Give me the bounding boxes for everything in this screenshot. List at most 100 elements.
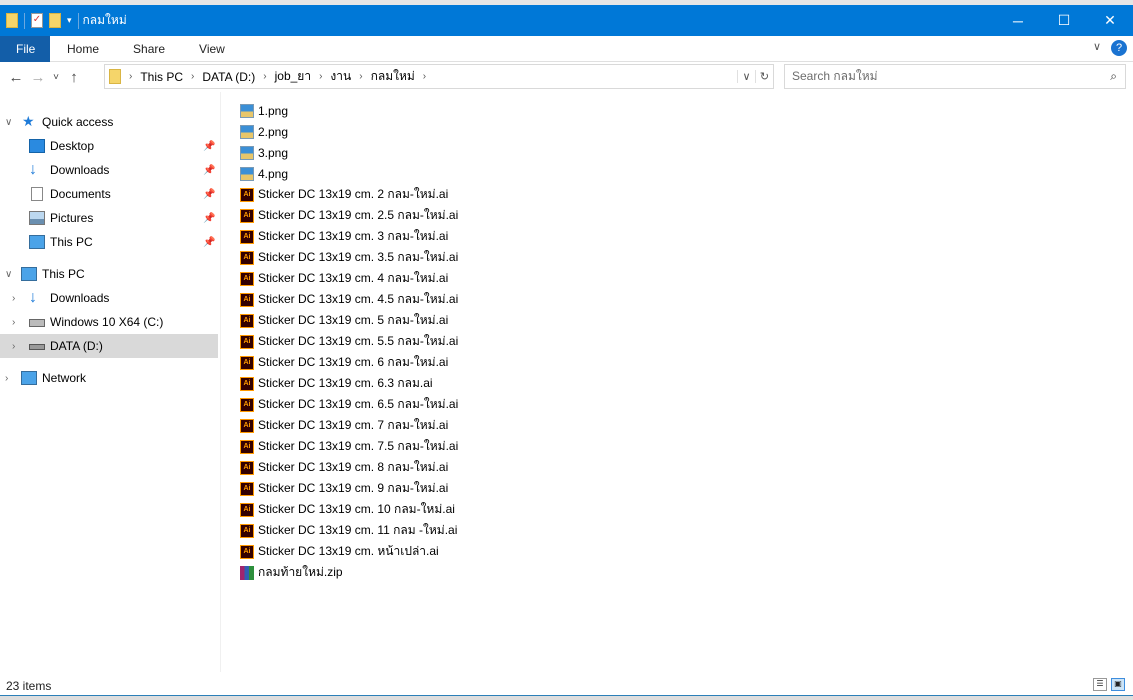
file-name: Sticker DC 13x19 cm. 5.5 กลม-ใหม่.ai xyxy=(258,334,459,348)
nav-drive-d[interactable]: › DATA (D:) xyxy=(0,334,218,358)
chevron-right-icon[interactable]: › xyxy=(419,71,430,82)
breadcrumb-work[interactable]: งาน xyxy=(326,67,355,86)
details-view-icon[interactable]: ☰ xyxy=(1093,678,1107,691)
file-item[interactable]: Ai Sticker DC 13x19 cm. 3 กลม-ใหม่.ai xyxy=(240,226,458,247)
file-item[interactable]: Ai Sticker DC 13x19 cm. 10 กลม-ใหม่.ai xyxy=(240,499,458,520)
breadcrumb-job[interactable]: job_ยา xyxy=(271,67,315,86)
file-name: Sticker DC 13x19 cm. 4.5 กลม-ใหม่.ai xyxy=(258,292,459,306)
help-icon[interactable]: ? xyxy=(1111,40,1127,56)
file-name: Sticker DC 13x19 cm. 6.5 กลม-ใหม่.ai xyxy=(258,397,459,411)
pin-icon[interactable]: 📌 xyxy=(203,237,215,248)
file-item[interactable]: Ai Sticker DC 13x19 cm. 4 กลม-ใหม่.ai xyxy=(240,268,458,289)
file-item[interactable]: 4.png xyxy=(240,163,458,184)
file-item[interactable]: 3.png xyxy=(240,142,458,163)
illustrator-file-icon: Ai xyxy=(240,208,254,223)
recent-locations-button[interactable]: ˅ xyxy=(49,72,63,83)
file-item[interactable]: Ai Sticker DC 13x19 cm. 8 กลม-ใหม่.ai xyxy=(240,457,458,478)
nav-item-documents[interactable]: Documents 📌 xyxy=(0,182,218,206)
pin-icon[interactable]: 📌 xyxy=(203,213,215,224)
image-file-icon xyxy=(240,124,254,139)
illustrator-file-icon: Ai xyxy=(240,481,254,496)
file-item[interactable]: Ai Sticker DC 13x19 cm. 7 กลม-ใหม่.ai xyxy=(240,415,458,436)
chevron-right-icon[interactable]: › xyxy=(187,71,198,82)
chevron-down-icon[interactable]: ∨ xyxy=(5,269,12,280)
up-button[interactable]: ↑ xyxy=(63,69,85,86)
file-name: 3.png xyxy=(258,145,289,160)
file-item[interactable]: Ai Sticker DC 13x19 cm. 5.5 กลม-ใหม่.ai xyxy=(240,331,458,352)
customize-toolbar-icon[interactable]: ▾ xyxy=(67,15,72,26)
file-item[interactable]: Ai Sticker DC 13x19 cm. 5 กลม-ใหม่.ai xyxy=(240,310,458,331)
file-item[interactable]: Ai Sticker DC 13x19 cm. 2 กลม-ใหม่.ai xyxy=(240,184,458,205)
illustrator-file-icon: Ai xyxy=(240,334,254,349)
navigation-pane: ∨ ★ Quick access Desktop 📌 ↓ Downloads 📌… xyxy=(0,100,218,680)
nav-quick-access[interactable]: ∨ ★ Quick access xyxy=(0,110,218,134)
nav-label: DATA (D:) xyxy=(50,339,103,353)
pin-icon[interactable]: 📌 xyxy=(203,165,215,176)
breadcrumb-data-d[interactable]: DATA (D:) xyxy=(198,70,259,84)
chevron-right-icon[interactable]: › xyxy=(12,341,15,352)
chevron-right-icon[interactable]: › xyxy=(5,373,8,384)
properties-icon[interactable]: ✓ xyxy=(31,13,43,28)
file-name: Sticker DC 13x19 cm. 5 กลม-ใหม่.ai xyxy=(258,313,449,327)
nav-network[interactable]: › Network xyxy=(0,366,218,390)
zip-archive-file-icon xyxy=(240,565,254,580)
folder-icon xyxy=(6,13,18,28)
illustrator-file-icon: Ai xyxy=(240,523,254,538)
chevron-down-icon[interactable]: ∨ xyxy=(5,117,12,128)
address-row: ← → ˅ ↑ › This PC › DATA (D:) › job_ยา ›… xyxy=(0,64,1133,90)
tab-file[interactable]: File xyxy=(0,35,50,62)
file-item[interactable]: Ai Sticker DC 13x19 cm. 9 กลม-ใหม่.ai xyxy=(240,478,458,499)
search-icon[interactable]: ⌕ xyxy=(1110,69,1117,84)
back-button[interactable]: ← xyxy=(5,69,27,86)
nav-drive-c[interactable]: › Windows 10 X64 (C:) xyxy=(0,310,218,334)
file-item[interactable]: 2.png xyxy=(240,121,458,142)
pin-icon[interactable]: 📌 xyxy=(203,141,215,152)
tab-view[interactable]: View xyxy=(182,36,242,62)
nav-this-pc[interactable]: ∨ This PC xyxy=(0,262,218,286)
nav-item-this-pc-pinned[interactable]: This PC 📌 xyxy=(0,230,218,254)
nav-item-pictures[interactable]: Pictures 📌 xyxy=(0,206,218,230)
nav-item-downloads[interactable]: ↓ Downloads 📌 xyxy=(0,158,218,182)
file-item[interactable]: Ai Sticker DC 13x19 cm. 6 กลม-ใหม่.ai xyxy=(240,352,458,373)
tab-share[interactable]: Share xyxy=(116,36,182,62)
file-name: Sticker DC 13x19 cm. 11 กลม -ใหม่.ai xyxy=(258,523,458,537)
forward-button[interactable]: → xyxy=(27,69,49,86)
image-file-icon xyxy=(240,103,254,118)
file-item[interactable]: Ai Sticker DC 13x19 cm. 6.5 กลม-ใหม่.ai xyxy=(240,394,458,415)
file-item[interactable]: 1.png xyxy=(240,100,458,121)
nav-label: Downloads xyxy=(50,163,110,177)
expand-ribbon-icon[interactable]: ∨ xyxy=(1093,40,1101,56)
file-item[interactable]: Ai Sticker DC 13x19 cm. 4.5 กลม-ใหม่.ai xyxy=(240,289,458,310)
close-button[interactable]: ✕ xyxy=(1087,5,1133,36)
chevron-right-icon[interactable]: › xyxy=(12,293,15,304)
maximize-button[interactable]: ☐ xyxy=(1041,5,1087,36)
chevron-right-icon[interactable]: › xyxy=(315,71,326,82)
breadcrumb-this-pc[interactable]: This PC xyxy=(136,70,187,84)
file-item[interactable]: Ai Sticker DC 13x19 cm. 3.5 กลม-ใหม่.ai xyxy=(240,247,458,268)
pane-divider[interactable] xyxy=(220,92,221,672)
breadcrumb-current[interactable]: กลมใหม่ xyxy=(367,67,419,86)
file-item[interactable]: Ai Sticker DC 13x19 cm. 6.3 กลม.ai xyxy=(240,373,458,394)
ribbon-tabs: File Home Share View ∨ ? xyxy=(0,35,1133,62)
chevron-right-icon[interactable]: › xyxy=(12,317,15,328)
address-bar[interactable]: › This PC › DATA (D:) › job_ยา › งาน › ก… xyxy=(104,64,774,89)
chevron-right-icon[interactable]: › xyxy=(355,71,366,82)
refresh-button[interactable]: ↻ xyxy=(755,70,773,83)
nav-label: Network xyxy=(42,371,87,385)
tab-home[interactable]: Home xyxy=(50,36,116,62)
nav-item-desktop[interactable]: Desktop 📌 xyxy=(0,134,218,158)
illustrator-file-icon: Ai xyxy=(240,502,254,517)
file-item[interactable]: Ai Sticker DC 13x19 cm. 2.5 กลม-ใหม่.ai xyxy=(240,205,458,226)
address-dropdown-button[interactable]: ∨ xyxy=(737,70,755,83)
file-item[interactable]: กลมท้ายใหม่.zip xyxy=(240,562,458,583)
large-icons-view-icon[interactable]: ▣ xyxy=(1111,678,1125,691)
new-folder-icon[interactable] xyxy=(49,13,61,28)
file-item[interactable]: Ai Sticker DC 13x19 cm. 7.5 กลม-ใหม่.ai xyxy=(240,436,458,457)
chevron-right-icon[interactable]: › xyxy=(259,71,270,82)
nav-pc-downloads[interactable]: › ↓ Downloads xyxy=(0,286,218,310)
pin-icon[interactable]: 📌 xyxy=(203,189,215,200)
file-item[interactable]: Ai Sticker DC 13x19 cm. หน้าเปล่า.ai xyxy=(240,541,458,562)
file-item[interactable]: Ai Sticker DC 13x19 cm. 11 กลม -ใหม่.ai xyxy=(240,520,458,541)
search-input[interactable]: Search กลมใหม่ ⌕ xyxy=(784,64,1126,89)
minimize-button[interactable]: ─ xyxy=(995,5,1041,36)
